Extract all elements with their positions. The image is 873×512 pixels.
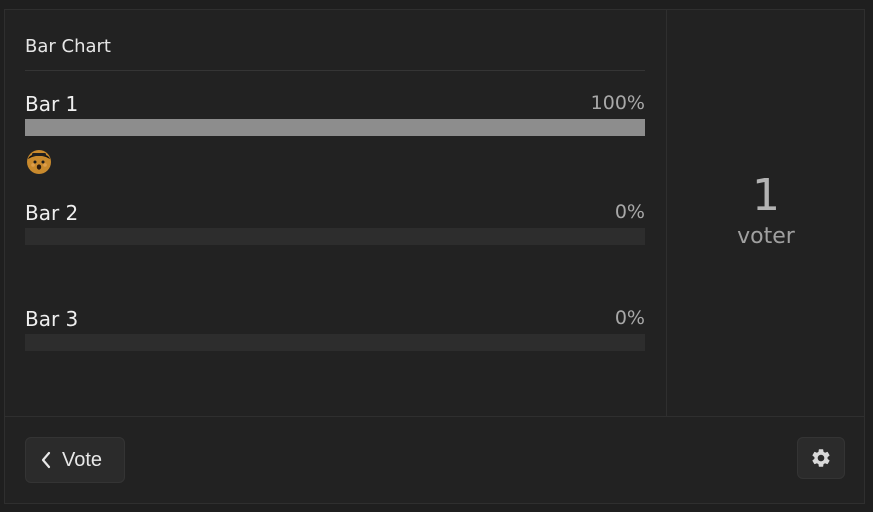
bar-label: Bar 3 [25, 307, 79, 331]
chevron-left-icon [41, 451, 51, 469]
poll-card: Bar Chart Bar 1 100% Bar 2 0% Bar 3 0% 1… [4, 9, 865, 504]
bar-fill [25, 119, 645, 136]
voter-label: voter [737, 224, 795, 249]
chart-panel: Bar Chart Bar 1 100% Bar 2 0% Bar 3 0% [5, 10, 667, 416]
voter-summary: 1 voter [667, 10, 865, 416]
bar-track [25, 119, 645, 136]
chart-title: Bar Chart [25, 36, 111, 57]
bar-option-2[interactable]: Bar 2 0% [25, 201, 645, 271]
bar-label: Bar 1 [25, 92, 79, 116]
gear-icon [812, 449, 830, 467]
bar-label: Bar 2 [25, 201, 79, 225]
bar-option-1[interactable]: Bar 1 100% [25, 92, 645, 174]
settings-button[interactable] [797, 437, 845, 479]
vote-label: Vote [62, 448, 103, 471]
bar-track [25, 228, 645, 245]
vote-button[interactable]: Vote [25, 437, 125, 483]
avatar-icon [27, 150, 51, 174]
footer: Vote [5, 416, 864, 504]
bar-percent: 100% [590, 92, 645, 114]
voter-count: 1 [752, 170, 780, 221]
bar-option-3[interactable]: Bar 3 0% [25, 307, 645, 377]
bar-percent: 0% [614, 307, 645, 329]
title-divider [25, 70, 645, 71]
bar-percent: 0% [614, 201, 645, 223]
bar-track [25, 334, 645, 351]
